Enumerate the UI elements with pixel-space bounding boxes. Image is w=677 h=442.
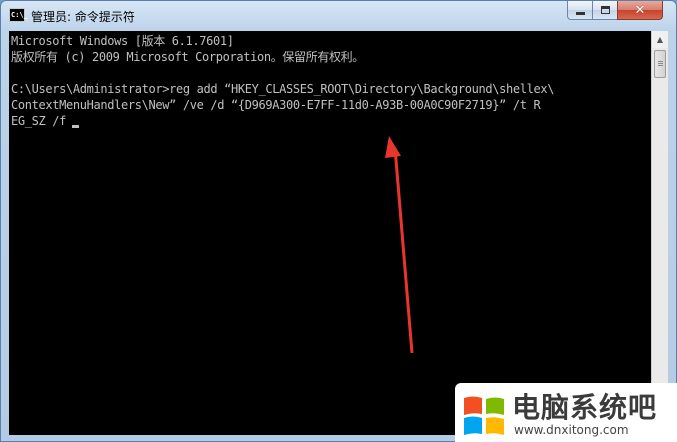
- windows-logo-icon: [464, 396, 504, 435]
- annotation-arrow: [385, 136, 414, 354]
- watermark-url: www.dnxitong.com: [514, 423, 629, 437]
- arrow-head: [385, 136, 401, 158]
- watermark-title: 电脑系统吧: [512, 391, 658, 424]
- site-watermark: 电脑系统吧 www.dnxitong.com: [455, 383, 677, 442]
- arrow-shaft: [393, 147, 414, 354]
